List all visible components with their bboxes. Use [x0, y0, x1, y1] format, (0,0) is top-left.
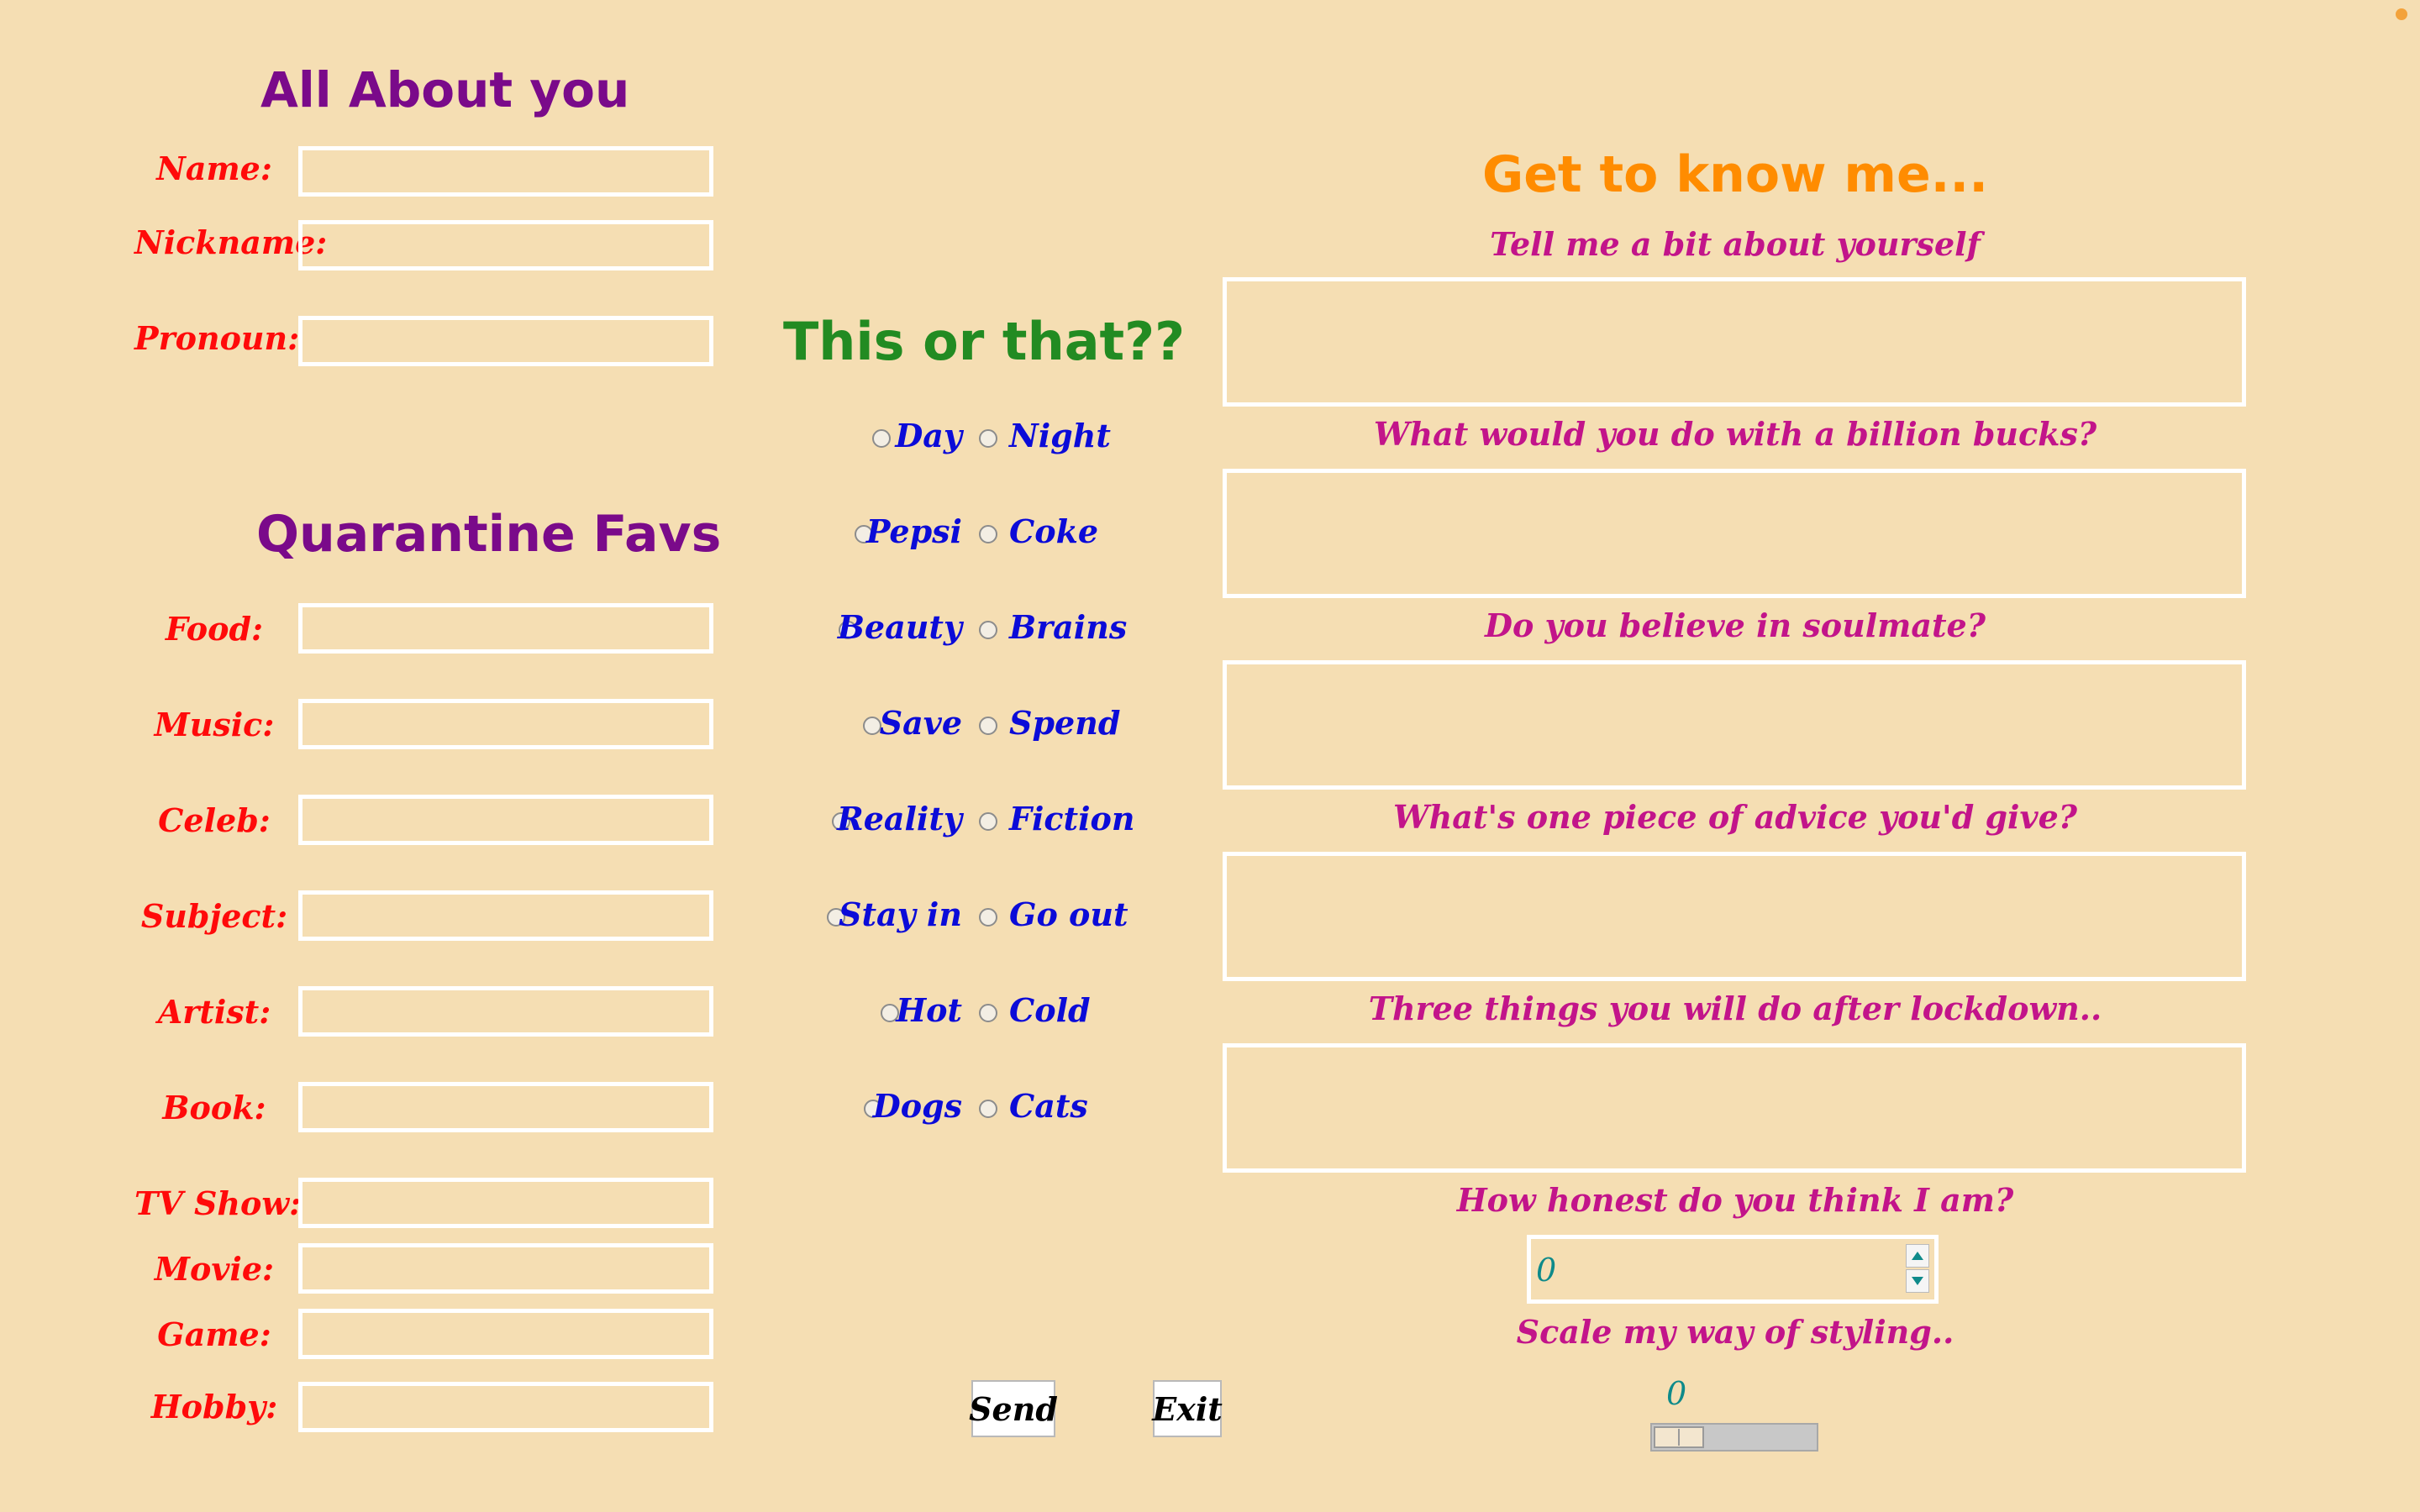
radio-fiction[interactable] — [979, 812, 997, 831]
get-to-know-title: Get to know me... — [1481, 145, 1989, 204]
status-dot — [2396, 8, 2407, 20]
artist-label: Artist: — [157, 993, 271, 1031]
hobby-input[interactable] — [298, 1382, 713, 1432]
food-input[interactable] — [298, 603, 713, 654]
radio-coke[interactable] — [979, 525, 997, 543]
radio-go-out[interactable] — [979, 908, 997, 927]
tv-show-input[interactable] — [298, 1178, 713, 1228]
question-advice: What's one piece of advice you'd give? — [1392, 798, 2078, 836]
style-scale-value: 0 — [1666, 1375, 1687, 1412]
advice-textarea[interactable] — [1223, 852, 2246, 981]
question-billion-bucks: What would you do with a billion bucks? — [1373, 415, 2097, 453]
nickname-input[interactable] — [298, 220, 713, 270]
handle-grip — [1678, 1429, 1680, 1446]
food-label: Food: — [165, 610, 264, 648]
tv-show-label: TV Show: — [134, 1184, 302, 1222]
question-honesty: How honest do you think I am? — [1456, 1181, 2014, 1219]
option-brains: Brains — [1009, 608, 1128, 646]
pronoun-input[interactable] — [298, 316, 713, 366]
subject-label: Subject: — [140, 897, 288, 935]
music-input[interactable] — [298, 699, 713, 749]
spin-up-button[interactable] — [1906, 1244, 1929, 1268]
option-save: Save — [879, 704, 962, 742]
option-beauty: Beauty — [837, 608, 962, 646]
option-stay-in: Stay in — [839, 895, 962, 933]
radio-brains[interactable] — [979, 621, 997, 639]
radio-night[interactable] — [979, 429, 997, 448]
nickname-label: Nickname: — [134, 223, 328, 261]
movie-label: Movie: — [154, 1250, 275, 1288]
radio-cats[interactable] — [979, 1100, 997, 1118]
arrow-down-icon — [1912, 1277, 1923, 1285]
question-styling: Scale my way of styling.. — [1516, 1313, 1954, 1351]
game-label: Game: — [157, 1315, 271, 1353]
celeb-input[interactable] — [298, 795, 713, 845]
book-label: Book: — [162, 1089, 266, 1126]
option-day: Day — [895, 417, 962, 454]
question-soulmate: Do you believe in soulmate? — [1484, 606, 1986, 644]
send-button[interactable]: Send — [969, 1380, 1058, 1437]
honesty-value: 0 — [1536, 1252, 1557, 1289]
about-yourself-textarea[interactable] — [1223, 277, 2246, 407]
radio-cold[interactable] — [979, 1004, 997, 1022]
exit-button[interactable]: Exit — [1152, 1380, 1223, 1437]
name-input[interactable] — [298, 146, 713, 197]
option-coke: Coke — [1009, 512, 1099, 550]
name-label: Name: — [156, 150, 272, 187]
question-about-yourself: Tell me a bit about yourself — [1490, 225, 1981, 263]
spin-down-button[interactable] — [1906, 1269, 1929, 1293]
about-title: All About you — [260, 61, 630, 118]
artist-input[interactable] — [298, 986, 713, 1037]
option-reality: Reality — [837, 800, 962, 837]
billion-bucks-textarea[interactable] — [1223, 469, 2246, 598]
style-scale-trough[interactable] — [1650, 1423, 1818, 1452]
pronoun-label: Pronoun: — [134, 319, 300, 357]
radio-day[interactable] — [872, 429, 891, 448]
option-fiction: Fiction — [1009, 800, 1135, 837]
option-cold: Cold — [1009, 991, 1091, 1029]
soulmate-textarea[interactable] — [1223, 660, 2246, 790]
option-cats: Cats — [1009, 1087, 1088, 1125]
option-pepsi: Pepsi — [865, 512, 962, 550]
subject-input[interactable] — [298, 890, 713, 941]
radio-spend[interactable] — [979, 717, 997, 735]
option-hot: Hot — [896, 991, 962, 1029]
celeb-label: Celeb: — [158, 801, 271, 839]
option-dogs: Dogs — [872, 1087, 962, 1125]
option-spend: Spend — [1009, 704, 1121, 742]
after-lockdown-textarea[interactable] — [1223, 1043, 2246, 1173]
option-go-out: Go out — [1009, 895, 1128, 933]
question-after-lockdown: Three things you will do after lockdown.… — [1368, 990, 2102, 1027]
book-input[interactable] — [298, 1082, 713, 1132]
favs-title: Quarantine Favs — [256, 505, 722, 564]
option-night: Night — [1009, 417, 1111, 454]
hobby-label: Hobby: — [150, 1388, 278, 1425]
arrow-up-icon — [1912, 1252, 1923, 1260]
style-scale-handle[interactable] — [1654, 1426, 1704, 1448]
music-label: Music: — [154, 706, 275, 743]
movie-input[interactable] — [298, 1243, 713, 1294]
honesty-spinbox[interactable]: 0 — [1527, 1235, 1939, 1304]
game-input[interactable] — [298, 1309, 713, 1359]
this-or-that-title: This or that?? — [783, 311, 1186, 372]
